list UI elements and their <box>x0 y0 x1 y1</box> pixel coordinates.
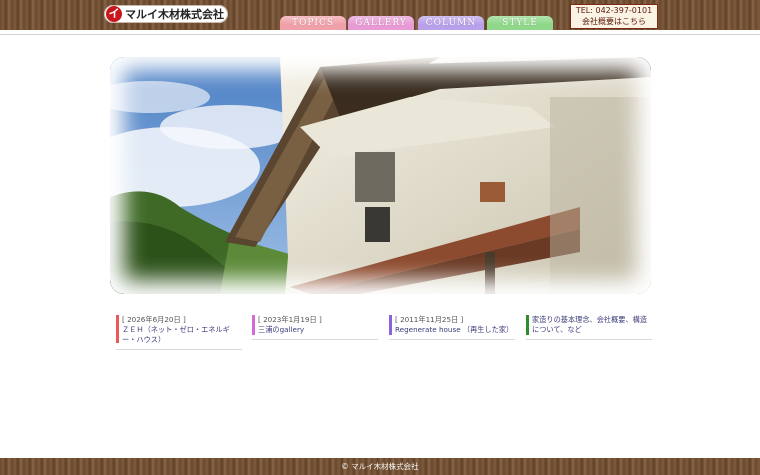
news-item[interactable]: [ 2011年11月25日 ] Regenerate house （再生した家） <box>389 315 515 340</box>
news-color-bar <box>116 315 119 343</box>
hero-image <box>110 57 651 294</box>
news-date: [ 2011年11月25日 ] <box>395 315 464 324</box>
site-logo[interactable]: イ マルイ木材株式会社 <box>104 5 228 23</box>
company-overview-link: 会社概要はこちら <box>582 17 646 26</box>
tel-number: TEL: 042-397-0101 <box>575 6 653 15</box>
news-date: [ 2026年6月20日 ] <box>122 315 186 324</box>
copyright-text: © マルイ木材株式会社 <box>341 462 419 471</box>
news-divider <box>252 339 378 340</box>
news-item[interactable]: [ 2023年1月19日 ] 三浦のgallery <box>252 315 378 340</box>
logo-mark-icon: イ <box>106 6 122 22</box>
news-date: [ 2023年1月19日 ] <box>258 315 322 324</box>
news-title: ＺＥＨ（ネット・ゼロ・エネルギー・ハウス） <box>122 325 230 344</box>
header-divider <box>0 30 760 35</box>
tab-style[interactable]: STYLE <box>487 16 553 30</box>
hero-vignette <box>110 57 651 294</box>
tab-topics[interactable]: TOPICS <box>280 16 346 30</box>
tel-company-link[interactable]: TEL: 042-397-0101 会社概要はこちら <box>570 4 658 29</box>
news-color-bar <box>389 315 392 335</box>
logo-text: マルイ木材株式会社 <box>125 8 224 21</box>
news-title: 三浦のgallery <box>258 325 305 334</box>
news-divider <box>116 349 242 350</box>
news-divider <box>526 339 652 340</box>
news-item[interactable]: [ 2026年6月20日 ] ＺＥＨ（ネット・ゼロ・エネルギー・ハウス） <box>116 315 242 350</box>
news-item[interactable]: 家造りの基本理念、会社概要、構造について、など <box>526 315 652 340</box>
news-divider <box>389 339 515 340</box>
news-title: Regenerate house （再生した家） <box>395 325 514 334</box>
news-color-bar <box>526 315 529 335</box>
footer-bar: © マルイ木材株式会社 <box>0 458 760 475</box>
tab-gallery[interactable]: GALLERY <box>348 16 414 30</box>
tab-column[interactable]: COLUMN <box>418 16 484 30</box>
company-about-text: 家造りの基本理念、会社概要、構造について、など <box>532 315 648 334</box>
news-color-bar <box>252 315 255 335</box>
